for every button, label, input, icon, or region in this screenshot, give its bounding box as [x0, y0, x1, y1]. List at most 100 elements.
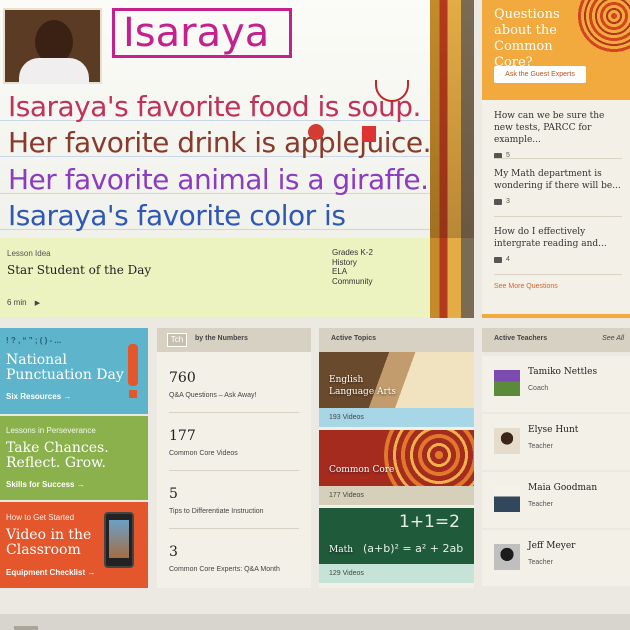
teacher-role: Teacher [528, 443, 553, 450]
sentence-food: Isaraya's favorite food is soup. [8, 90, 421, 123]
arrow-right-icon: → [76, 480, 85, 489]
lesson-title[interactable]: Star Student of the Day [7, 263, 151, 277]
topic-math[interactable]: 1+1=2 (a+b)² = a² + 2ab Math [319, 508, 474, 564]
question-item[interactable]: My Math department is wondering if there… [494, 168, 622, 205]
topic-video-count: 193 Videos [319, 408, 474, 427]
numbers-header: Tch by the Numbers [157, 328, 311, 352]
active-teachers-panel: Active Teachers See All Tamiko Nettles C… [482, 328, 630, 588]
question-text[interactable]: My Math department is wondering if there… [494, 168, 622, 192]
teacher-name[interactable]: Maia Goodman [528, 483, 597, 493]
avatar[interactable] [494, 486, 520, 512]
active-topics-panel: Active Topics English Language Arts 193 … [319, 328, 474, 588]
six-resources-link[interactable]: Six Resources → [6, 392, 71, 401]
topic-title[interactable]: Common Core [329, 464, 394, 476]
sentence-animal: Her favorite animal is a giraffe. [8, 163, 429, 196]
topics-heading: Active Topics [331, 335, 376, 342]
numbers-heading: by the Numbers [195, 335, 248, 342]
student-photo [3, 8, 102, 84]
question-text[interactable]: How can we be sure the new tests, PARCC … [494, 110, 622, 146]
stat-number: 3 [169, 544, 178, 560]
see-all-link[interactable]: See All [602, 335, 624, 342]
exclamation-dot [129, 390, 137, 398]
teacher-name[interactable]: Tamiko Nettles [528, 367, 597, 377]
teacher-role: Teacher [528, 559, 553, 566]
swirl-graphic [384, 430, 474, 486]
experts-heading: Questions about the Common Core? [494, 7, 560, 70]
lesson-photo[interactable]: Isaraya Isaraya's favorite food is soup.… [0, 0, 430, 238]
stat-label: Tips to Differentiate Instruction [169, 508, 264, 515]
topic-title[interactable]: Math [329, 544, 353, 556]
stat-item[interactable]: 177 Common Core Videos [169, 428, 299, 457]
exclamation-icon [128, 344, 138, 386]
tag-topic: Community [332, 276, 373, 286]
stat-number: 760 [169, 370, 196, 386]
avatar[interactable] [494, 544, 520, 570]
avatar[interactable] [494, 428, 520, 454]
question-item[interactable]: How do I effectively intergrate reading … [494, 226, 622, 263]
teacher-item[interactable]: Tamiko Nettles Coach [482, 356, 630, 412]
punctuation-marks: ! ? , “ ” ; ( ) - ... [6, 336, 62, 345]
juice-doodle-icon [362, 126, 376, 142]
answer-count: 4 [506, 256, 510, 263]
teacher-role: Teacher [528, 501, 553, 508]
stat-item[interactable]: 5 Tips to Differentiate Instruction [169, 486, 299, 515]
answer-count: 3 [506, 198, 510, 205]
teachers-header: Active Teachers See All [482, 328, 630, 352]
question-item[interactable]: How can we be sure the new tests, PARCC … [494, 110, 622, 159]
lesson-caption[interactable]: Lesson Idea Star Student of the Day 6 mi… [0, 238, 430, 318]
topic-video-count: 129 Videos [319, 564, 474, 583]
lesson-kicker: Lesson Idea [7, 249, 51, 258]
lesson-tags: Grades K-2 History ELA Community [332, 248, 373, 286]
teacher-item[interactable]: Elyse Hunt Teacher [482, 414, 630, 470]
stat-number: 5 [169, 486, 178, 502]
featured-lesson[interactable]: Isaraya Isaraya's favorite food is soup.… [0, 0, 474, 318]
experts-header: Questions about the Common Core? Ask the… [482, 0, 630, 100]
stat-item[interactable]: 760 Q&A Questions – Ask Away! [169, 370, 299, 399]
footer-bar [0, 614, 630, 630]
lesson-duration[interactable]: 6 min ▶ [7, 298, 40, 307]
name-sign: Isaraya [112, 8, 292, 58]
comment-icon [494, 256, 502, 263]
arrow-right-icon: → [63, 392, 72, 401]
chalk-equation: 1+1=2 [399, 512, 460, 532]
promo-title: Take Chances. Reflect. Grow. [6, 440, 109, 471]
promo-title: National Punctuation Day [6, 352, 124, 383]
topic-title[interactable]: English Language Arts [329, 374, 399, 398]
equipment-checklist-link[interactable]: Equipment Checklist → [6, 568, 95, 577]
duration-label: 6 min [7, 298, 27, 307]
teacher-item[interactable]: Maia Goodman Teacher [482, 472, 630, 528]
topic-ela[interactable]: English Language Arts [319, 352, 474, 408]
guest-experts-panel: Questions about the Common Core? Ask the… [482, 0, 630, 318]
avatar[interactable] [494, 370, 520, 396]
promo-video-classroom[interactable]: How to Get Started Video in the Classroo… [0, 502, 148, 588]
stat-label: Common Core Experts: Q&A Month [169, 566, 280, 573]
apple-doodle-icon [308, 124, 324, 140]
stat-item[interactable]: 3 Common Core Experts: Q&A Month [169, 544, 299, 573]
teacher-item[interactable]: Jeff Meyer Teacher [482, 530, 630, 586]
skills-for-success-link[interactable]: Skills for Success → [6, 480, 85, 489]
sentence-color: Isaraya's favorite color is [8, 199, 346, 232]
teacher-role: Coach [528, 385, 549, 392]
teacher-name[interactable]: Jeff Meyer [528, 541, 575, 551]
question-text[interactable]: How do I effectively intergrate reading … [494, 226, 622, 250]
chalk-equation: (a+b)² = a² + 2ab [363, 542, 464, 555]
tag-grade: Grades K-2 [332, 248, 373, 257]
topics-header: Active Topics [319, 328, 474, 352]
topic-common-core[interactable]: Common Core [319, 430, 474, 486]
tag-subject: ELA [332, 267, 348, 276]
tch-logo: Tch [167, 333, 187, 347]
tag-subject: History [332, 257, 357, 267]
promo-kicker: Lessons in Perseverance [6, 426, 96, 435]
play-icon: ▶ [34, 300, 41, 307]
stat-label: Q&A Questions – Ask Away! [169, 392, 257, 399]
topic-video-count: 177 Videos [319, 486, 474, 505]
promo-kicker: How to Get Started [6, 513, 75, 522]
promo-title: Video in the Classroom [6, 527, 92, 558]
ask-experts-button[interactable]: Ask the Guest Experts [494, 66, 586, 83]
arrow-right-icon: → [87, 568, 96, 577]
see-more-questions-link[interactable]: See More Questions [494, 283, 558, 290]
promo-perseverance[interactable]: Lessons in Perseverance Take Chances. Re… [0, 416, 148, 500]
promo-punctuation-day[interactable]: ! ? , “ ” ; ( ) - ... National Punctuati… [0, 328, 148, 414]
hero-side-strip [430, 0, 474, 318]
teacher-name[interactable]: Elyse Hunt [528, 425, 578, 435]
